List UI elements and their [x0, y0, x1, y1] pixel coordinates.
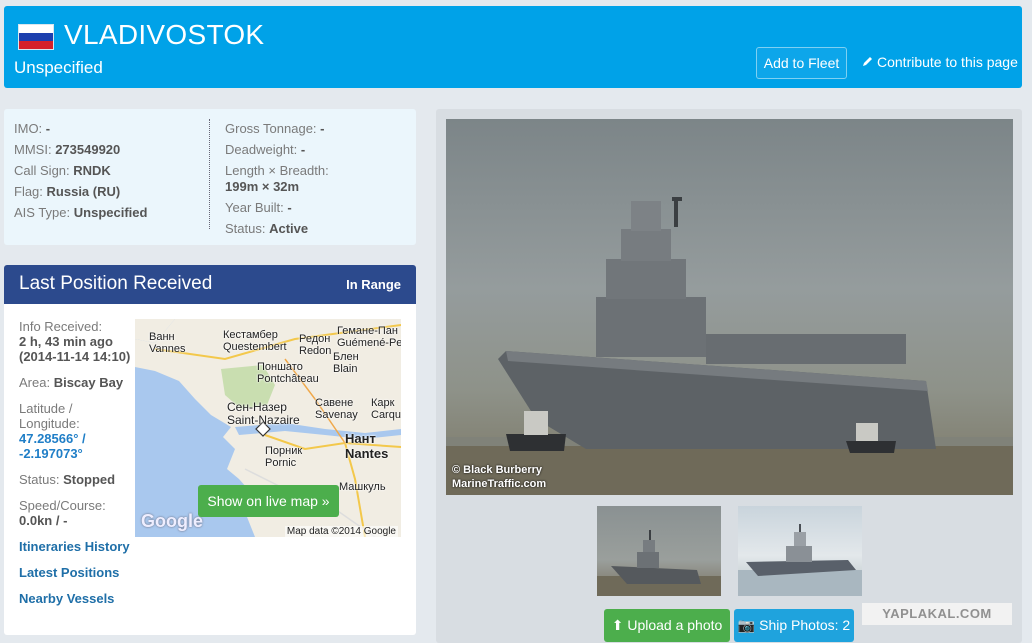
photo-credit-site: MarineTraffic.com — [452, 478, 547, 490]
gross-tonnage-value: - — [320, 121, 325, 136]
map-label-saint-nazaire: Сен-Назер Saint-Nazaire — [227, 400, 300, 427]
speed-course-value: 0.0kn / - — [19, 513, 68, 528]
deadweight-label: Deadweight: — [225, 142, 298, 157]
vessel-info-panel: IMO: - MMSI: 273549920 Call Sign: RNDK F… — [4, 109, 416, 245]
map-label-guemene: Гемане-Пан Guémené-Pe — [337, 325, 401, 349]
nearby-vessels-link[interactable]: Nearby Vessels — [19, 591, 134, 606]
deadweight-value: - — [300, 142, 306, 157]
speed-course-label: Speed/Course: — [19, 498, 106, 513]
imo-value: - — [45, 121, 51, 136]
ais-type-label: AIS Type: — [14, 205, 71, 220]
map-label-machecoul: Машкуль — [339, 481, 386, 493]
longitude-value: -2.197073° — [19, 446, 83, 461]
photo-credit: © Black Burberry MarineTraffic.com — [452, 463, 546, 491]
photo-thumbnail-1[interactable] — [597, 506, 721, 596]
ais-type-value: Unspecified — [73, 205, 148, 220]
itineraries-history-link[interactable]: Itineraries History — [19, 539, 134, 554]
area-label: Area: — [19, 375, 51, 390]
photo-panel: © Black Burberry MarineTraffic.com ⬆ Upl… — [436, 109, 1022, 643]
info-left-column: IMO: - MMSI: 273549920 Call Sign: RNDK F… — [14, 118, 147, 223]
thumbnail-ship-1 — [597, 530, 721, 596]
callsign-value: RNDK — [73, 163, 111, 178]
google-logo: Google — [141, 511, 203, 531]
thumbnail-ship-2 — [738, 524, 862, 596]
area-value: Biscay Bay — [53, 375, 124, 390]
double-chevron-right-icon: » — [321, 493, 330, 509]
pencil-icon — [862, 47, 874, 77]
info-received-label: Info Received: — [19, 319, 103, 334]
map-label-pontchateau: Поншато Pontchâteau — [257, 361, 319, 385]
map-label-carquefou: Карк Carqu — [371, 397, 401, 421]
flag-label: Flag: — [14, 184, 43, 199]
watermark: YAPLAKAL.COM — [862, 603, 1012, 625]
map-label-questembert: Кестамбер Questembert — [223, 329, 287, 353]
range-badge: In Range — [346, 277, 401, 292]
russia-flag-icon — [18, 24, 54, 50]
upload-photo-label: Upload a photo — [627, 617, 723, 633]
map-label-pornic: Порник Pornic — [265, 445, 303, 469]
imo-label: IMO: — [14, 121, 43, 136]
contribute-link[interactable]: Contribute to this page — [862, 47, 1018, 79]
latest-positions-link[interactable]: Latest Positions — [19, 565, 134, 580]
last-position-header: Last Position Received In Range — [4, 265, 416, 304]
latitude-value: 47.28566° / — [19, 431, 86, 446]
photo-thumbnail-2[interactable] — [738, 506, 862, 596]
ship-photos-label: Ship Photos: 2 — [759, 617, 851, 633]
last-position-panel: Last Position Received In Range Info Rec… — [4, 265, 416, 635]
last-position-title: Last Position Received — [19, 273, 213, 294]
status-label: Status: — [225, 221, 266, 236]
map-label-redon: Редон Redon — [299, 333, 332, 357]
camera-icon: 📷 — [737, 617, 756, 633]
size-label: Length × Breadth: — [225, 163, 329, 178]
ship-illustration — [446, 197, 1013, 495]
info-received-time: (2014-11-14 14:10) — [19, 349, 131, 364]
flag-value: Russia (RU) — [46, 184, 121, 199]
ship-type: Unspecified — [14, 58, 103, 77]
position-map[interactable]: Ванн Vannes Кестамбер Questembert Редон … — [135, 319, 401, 537]
ship-photos-button[interactable]: 📷 Ship Photos: 2 — [734, 609, 854, 642]
nav-status-value: Stopped — [63, 472, 116, 487]
map-label-savenay: Савене Savenay — [315, 397, 358, 421]
nav-status-label: Status: — [19, 472, 60, 487]
info-right-column: Gross Tonnage: - Deadweight: - Length × … — [225, 118, 329, 239]
info-divider — [209, 119, 210, 229]
latlon-label-2: Longitude: — [19, 416, 80, 431]
upload-photo-button[interactable]: ⬆ Upload a photo — [604, 609, 730, 642]
upload-icon: ⬆ — [611, 617, 624, 633]
map-credit: Map data ©2014 Google — [284, 526, 398, 537]
status-value: Active — [269, 221, 309, 236]
latlon-label-1: Latitude / — [19, 401, 73, 416]
mmsi-label: MMSI: — [14, 142, 52, 157]
callsign-label: Call Sign: — [14, 163, 70, 178]
map-label-nantes: Нант Nantes — [345, 431, 389, 461]
year-built-label: Year Built: — [225, 200, 284, 215]
show-live-label: Show on live map — [207, 493, 318, 509]
year-built-value: - — [287, 200, 292, 215]
contribute-label: Contribute to this page — [877, 54, 1018, 70]
map-label-blain: Блен Blain — [333, 351, 359, 375]
info-received-ago: 2 h, 43 min ago — [19, 334, 113, 349]
show-on-live-map-button[interactable]: Show on live map » — [198, 485, 339, 517]
gross-tonnage-label: Gross Tonnage: — [225, 121, 317, 136]
main-ship-photo[interactable]: © Black Burberry MarineTraffic.com — [446, 119, 1013, 495]
mmsi-value: 273549920 — [55, 142, 121, 157]
map-label-vannes: Ванн Vannes — [149, 331, 186, 355]
photo-credit-author: © Black Burberry — [452, 464, 543, 476]
ship-name: VLADIVOSTOK — [64, 19, 265, 50]
position-details: Info Received: 2 h, 43 min ago (2014-11-… — [19, 319, 134, 617]
vessel-header: VLADIVOSTOK Unspecified Add to Fleet Con… — [4, 6, 1022, 88]
size-value: 199m × 32m — [225, 179, 300, 194]
add-to-fleet-button[interactable]: Add to Fleet — [756, 47, 847, 79]
